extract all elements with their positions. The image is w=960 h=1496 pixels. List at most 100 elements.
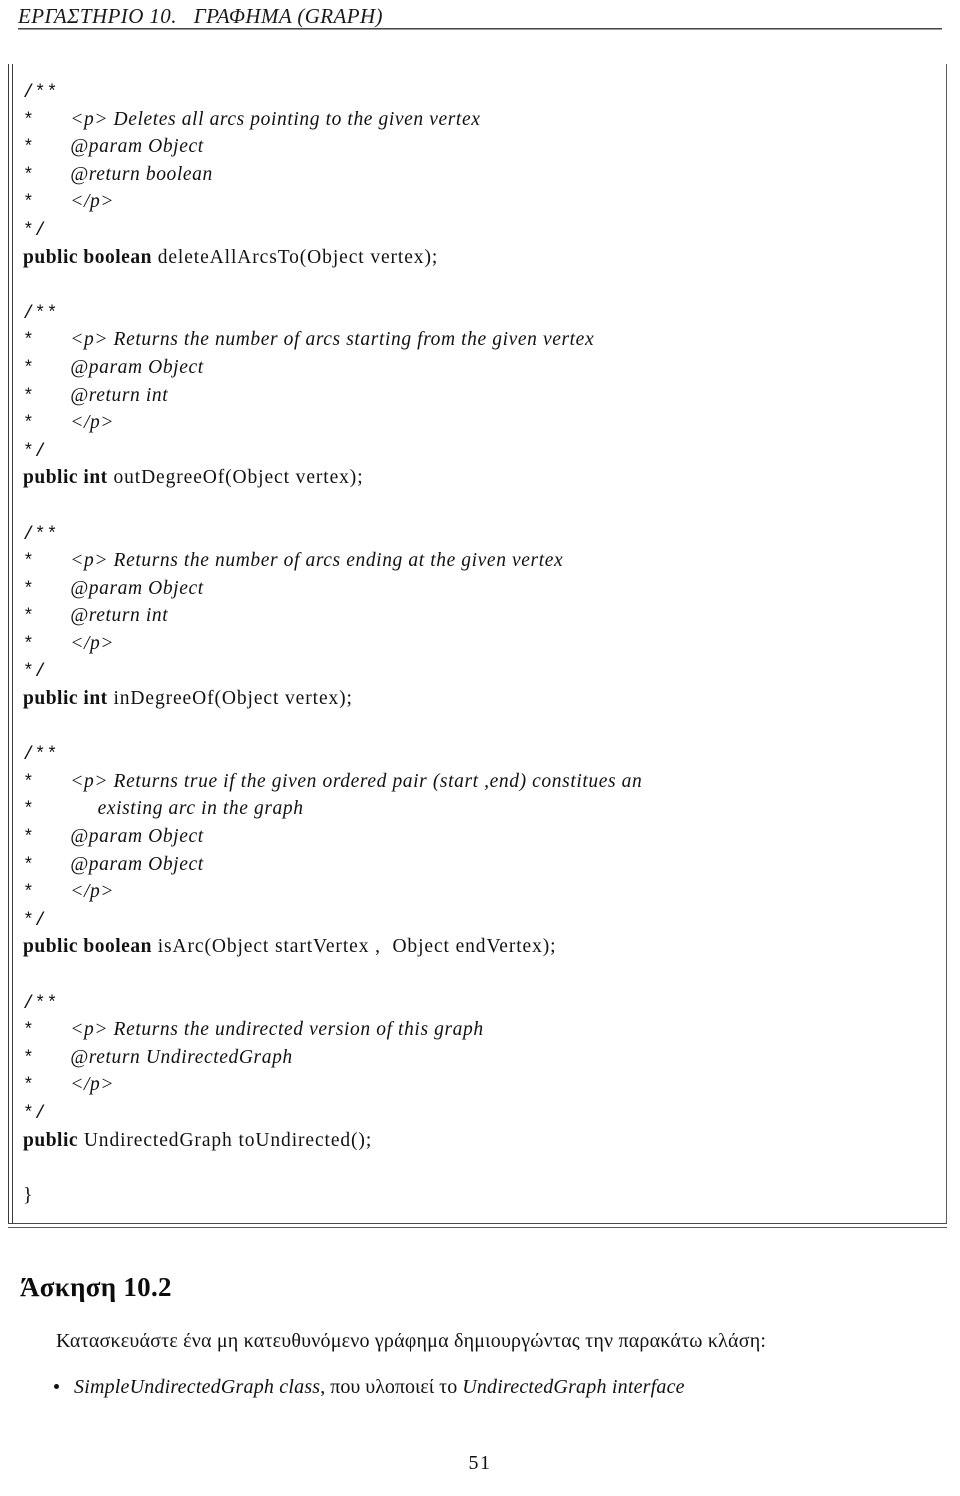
javadoc-line: * <p> Returns the number of arcs ending … <box>23 547 942 575</box>
javadoc-line: * @param Object <box>23 851 942 879</box>
comment-delimiter: * <box>23 1048 35 1069</box>
javadoc-line: * </p> <box>23 409 942 437</box>
comment-text: existing arc in the graph <box>70 798 304 820</box>
javadoc-line: * existing arc in the graph <box>23 795 942 823</box>
comment-delimiter: * <box>23 772 35 793</box>
javadoc-line: * @return int <box>23 602 942 630</box>
javadoc-line: * <p> Returns the number of arcs startin… <box>23 326 942 354</box>
list-item-connector-text: , που υλοποιεί το <box>320 1376 463 1398</box>
list-item: SimpleUndirectedGraph class, που υλοποιε… <box>52 1373 942 1401</box>
exercise-bullet-list: SimpleUndirectedGraph class, που υλοποιε… <box>52 1373 942 1401</box>
comment-delimiter: * <box>23 1021 35 1042</box>
signature-declaration: outDegreeOf(Object vertex); <box>113 467 364 489</box>
comment-gap <box>35 580 70 600</box>
javadoc-line: * @param Object <box>23 575 942 603</box>
javadoc-line: */ <box>23 657 942 685</box>
comment-delimiter: /** <box>23 303 59 324</box>
signature-keywords: public int <box>23 688 108 710</box>
signature-keywords: public boolean <box>23 936 152 958</box>
exercise-intro-text: Κατασκευάστε ένα μη κατευθυνόμενο γράφημ… <box>56 1330 767 1352</box>
comment-delimiter: * <box>23 607 35 628</box>
comment-gap <box>35 111 70 131</box>
comment-delimiter: * <box>23 165 35 186</box>
comment-text: @param Object <box>70 853 204 875</box>
javadoc-line: * @param Object <box>23 823 942 851</box>
comment-gap <box>35 1049 70 1069</box>
javadoc-line: /** <box>23 520 942 548</box>
javadoc-line: * @return int <box>23 382 942 410</box>
comment-text: </p> <box>70 632 115 654</box>
comment-text: <p> Deletes all arcs pointing to the giv… <box>70 108 481 130</box>
comment-delimiter: /** <box>23 83 59 103</box>
comment-gap <box>35 138 70 158</box>
comment-text: </p> <box>70 412 115 434</box>
comment-gap <box>35 607 70 627</box>
comment-gap <box>35 414 70 434</box>
javadoc-line: * </p> <box>23 878 942 906</box>
class-closing-brace: } <box>23 1183 33 1206</box>
comment-gap <box>35 166 70 186</box>
code-listing-body: /** * <p> Deletes all arcs pointing to th… <box>23 78 942 1209</box>
header-divider-rule <box>18 28 942 30</box>
page-header: ΕΡΓΑΣΤΗΡΙΟ 10. ΓΡΑΦΗΜΑ (GRAPH) <box>18 4 942 30</box>
comment-delimiter: * <box>23 138 35 159</box>
javadoc-line: */ <box>23 1099 942 1127</box>
javadoc-line: * </p> <box>23 1071 942 1099</box>
comment-text: </p> <box>70 881 115 903</box>
comment-text: @return int <box>70 605 169 627</box>
javadoc-line: * </p> <box>23 188 942 216</box>
javadoc-line: */ <box>23 216 942 244</box>
method-signature-line: public boolean deleteAllArcsTo(Object ve… <box>23 244 942 272</box>
signature-declaration: isArc(Object startVertex , Object endVer… <box>157 936 557 958</box>
signature-keywords: public <box>23 1129 79 1151</box>
comment-text: </p> <box>70 191 115 213</box>
comment-delimiter: */ <box>23 910 47 931</box>
comment-delimiter: * <box>23 358 35 379</box>
comment-delimiter: * <box>23 855 35 876</box>
comment-text: @param Object <box>70 577 204 599</box>
signature-declaration: deleteAllArcsTo(Object vertex); <box>157 246 439 268</box>
javadoc-line: /** <box>23 989 942 1017</box>
comment-delimiter: * <box>23 634 35 655</box>
comment-text: @param Object <box>70 136 204 158</box>
comment-text: @return UndirectedGraph <box>70 1046 293 1068</box>
method-signature-line: public boolean isArc(Object startVertex … <box>23 933 942 961</box>
comment-text: @param Object <box>70 826 204 848</box>
javadoc-line: * @param Object <box>23 354 942 382</box>
javadoc-line: */ <box>23 437 942 465</box>
comment-delimiter: * <box>23 800 35 821</box>
javadoc-line: * <p> Returns true if the given ordered … <box>23 768 942 796</box>
javadoc-line: * @return boolean <box>23 161 942 189</box>
comment-gap <box>35 883 70 903</box>
comment-gap <box>35 856 70 876</box>
comment-gap <box>35 800 70 820</box>
comment-gap <box>35 635 70 655</box>
comment-gap <box>35 387 70 407</box>
javadoc-line: * </p> <box>23 630 942 658</box>
comment-gap <box>35 1076 70 1096</box>
class-closing-brace-line: } <box>23 1182 942 1210</box>
comment-delimiter: * <box>23 883 35 904</box>
comment-text: <p> Returns true if the given ordered pa… <box>70 770 643 792</box>
comment-text: <p> Returns the undirected version of th… <box>70 1019 484 1041</box>
comment-text: </p> <box>70 1074 115 1096</box>
javadoc-line: /** <box>23 78 942 106</box>
running-head-title: ΕΡΓΑΣΤΗΡΙΟ 10. ΓΡΑΦΗΜΑ (GRAPH) <box>18 4 383 28</box>
comment-gap <box>35 331 70 351</box>
comment-delimiter: */ <box>23 220 47 241</box>
method-signature-line: public int outDegreeOf(Object vertex); <box>23 464 942 492</box>
comment-text: @return int <box>70 384 169 406</box>
page-number: 51 <box>468 1452 492 1474</box>
javadoc-line: * <p> Returns the undirected version of … <box>23 1016 942 1044</box>
comment-gap <box>35 773 70 793</box>
comment-delimiter: * <box>23 828 35 849</box>
javadoc-line: */ <box>23 906 942 934</box>
javadoc-line: * @return UndirectedGraph <box>23 1044 942 1072</box>
comment-gap <box>35 1021 70 1041</box>
code-listing-frame: /** * <p> Deletes all arcs pointing to th… <box>7 64 948 1228</box>
comment-delimiter: /** <box>23 524 59 545</box>
